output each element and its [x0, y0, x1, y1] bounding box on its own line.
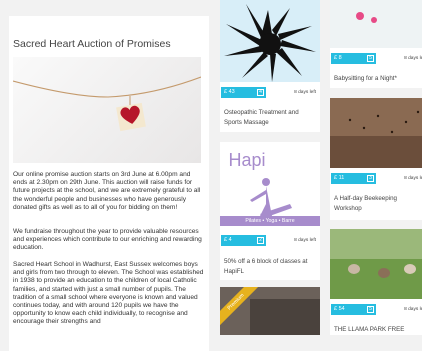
item-image: Hapi Pilates • Yoga • Barre [220, 142, 320, 226]
auction-item-card[interactable]: £ 43 4 8 days left Osteopathic Treatment… [220, 0, 320, 132]
beekeeping-photo [330, 98, 422, 168]
days-left: 8 days left [404, 176, 422, 181]
auction-item-card[interactable]: £ 11 3 8 days left A Half-day Beekeeping… [330, 98, 422, 220]
bid-count-button[interactable]: 2 [257, 237, 264, 244]
auction-item-card[interactable]: Premium [220, 287, 320, 335]
item-title[interactable]: Babysitting for a Night* [334, 74, 422, 84]
item-image [330, 229, 422, 299]
item-title[interactable]: Osteopathic Treatment and Sports Massage [224, 108, 316, 127]
fundraise-paragraph: We fundraise throughout the year to prov… [13, 228, 202, 252]
hapi-logo: Hapi [228, 150, 266, 170]
days-left: 8 days left [294, 90, 316, 95]
auction-item-card[interactable]: £ 8 5 8 days left Babysitting for a Nigh… [330, 0, 422, 88]
bid-bar: £ 11 3 8 days left [330, 173, 422, 184]
bid-bar: £ 4 2 8 days left [220, 235, 320, 246]
item-image [220, 0, 320, 82]
bid-count-button[interactable]: 5 [367, 55, 374, 62]
bid-count-button[interactable]: 3 [367, 175, 374, 182]
auction-item-card[interactable]: £ 54 5 8 days left THE LLAMA PARK FREE [330, 229, 422, 335]
hero-image [13, 57, 201, 163]
llama-park-photo [330, 229, 422, 299]
days-left: 8 days left [294, 238, 316, 243]
bid-count-button[interactable]: 4 [257, 89, 264, 96]
item-title[interactable]: THE LLAMA PARK FREE [334, 325, 422, 335]
image-caption-bar: Pilates • Yoga • Barre [220, 216, 320, 226]
page-title: Sacred Heart Auction of Promises [13, 38, 171, 50]
bid-bar: £ 43 4 8 days left [220, 87, 320, 98]
item-title[interactable]: A Half-day Beekeeping Workshop [334, 194, 422, 213]
hapi-tagline: Pilates • Yoga • Barre [245, 218, 295, 224]
starburst-graphic [220, 0, 320, 82]
school-paragraph: Sacred Heart School in Wadhurst, East Su… [13, 261, 204, 326]
bid-bar: £ 54 5 8 days left [330, 304, 422, 315]
bid-count-button[interactable]: 5 [367, 306, 374, 313]
auction-description-card: Sacred Heart Auction of Promises Our onl… [9, 16, 209, 351]
auction-item-card[interactable]: Hapi Pilates • Yoga • Barre £ 4 2 8 days… [220, 142, 320, 280]
item-title[interactable]: 50% off a 6 block of classes at HapiFL [224, 257, 316, 276]
heart-on-string-image [13, 76, 201, 132]
item-image: Premium [220, 287, 320, 335]
days-left: 8 days left [404, 56, 422, 61]
item-photo [330, 0, 422, 48]
item-image [330, 0, 422, 48]
days-left: 8 days left [404, 307, 422, 312]
item-image [330, 98, 422, 168]
bid-bar: £ 8 5 8 days left [330, 53, 422, 64]
intro-paragraph: Our online promise auction starts on 3rd… [13, 171, 201, 211]
